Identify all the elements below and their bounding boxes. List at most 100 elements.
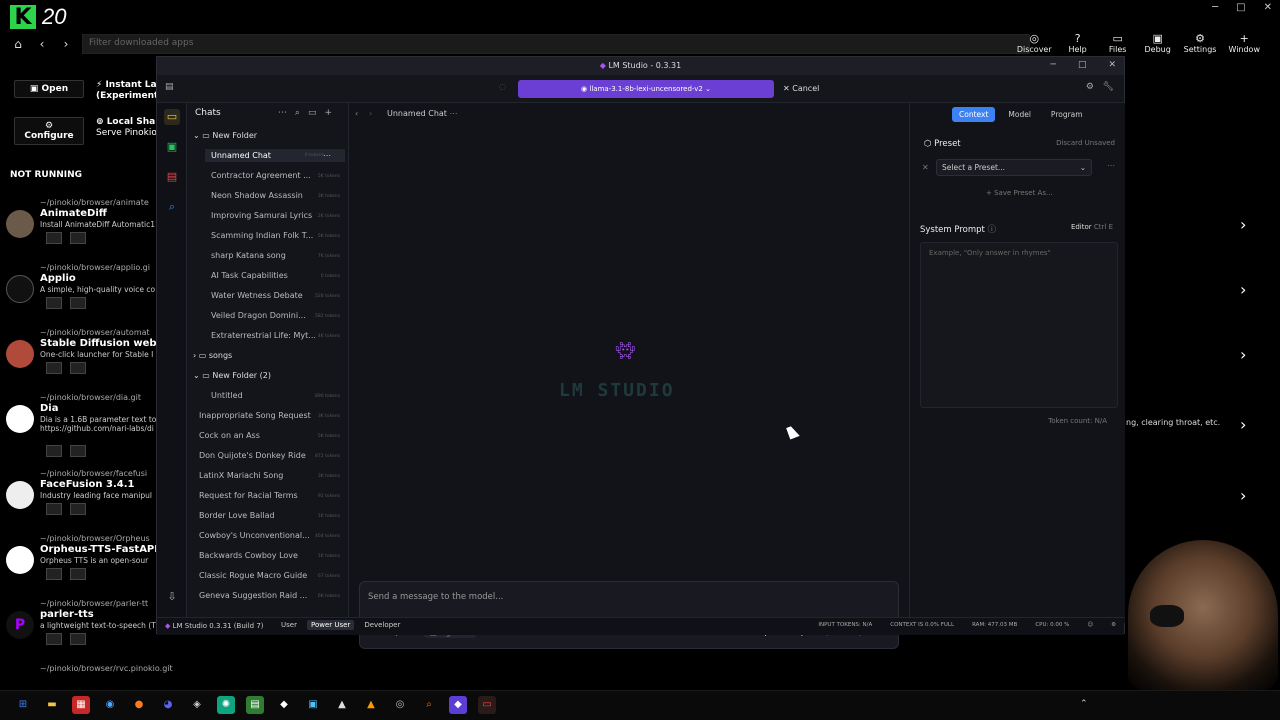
chat-item[interactable]: Backwards Cowboy Love <box>199 551 298 560</box>
maximize-icon[interactable]: □ <box>1078 60 1087 70</box>
chat-item[interactable]: Veiled Dragon Domini... <box>211 311 306 320</box>
app-icon[interactable]: ◆ <box>275 696 293 714</box>
chevron-right-icon[interactable]: › <box>1240 415 1246 434</box>
folder-songs[interactable]: › ▭ songs <box>193 351 232 360</box>
app-icon[interactable]: ◎ <box>391 696 409 714</box>
chat-title[interactable]: Unnamed Chat ⋯ <box>387 109 457 118</box>
chevron-right-icon[interactable]: › <box>369 109 372 118</box>
chat-item[interactable]: LatinX Mariachi Song <box>199 471 283 480</box>
app-item[interactable]: ~/pinokio/browser/Orpheus Orpheus-TTS-Fa… <box>6 534 158 594</box>
tab-context[interactable]: Context <box>952 107 996 122</box>
window-button[interactable]: + Window <box>1228 32 1260 54</box>
system-prompt-textarea[interactable]: Example, "Only answer in rhymes" <box>920 242 1118 408</box>
chat-item[interactable]: Neon Shadow Assassin <box>211 191 303 200</box>
info-icon[interactable]: ⓘ <box>988 225 997 235</box>
chat-icon[interactable]: ▭ <box>164 109 180 125</box>
minimize-icon[interactable]: ─ <box>1051 60 1056 70</box>
maximize-icon[interactable]: □ <box>1236 2 1245 13</box>
plus-icon[interactable]: + <box>324 108 340 118</box>
download-icon[interactable]: ⇩ <box>164 589 180 605</box>
chat-item[interactable]: Extraterrestrial Life: Myt... <box>211 331 316 340</box>
home-icon[interactable]: ⌂ <box>10 37 26 51</box>
chat-item[interactable]: Contractor Agreement ... <box>211 171 311 180</box>
chat-item[interactable]: Untitled <box>211 391 243 400</box>
trash-icon[interactable] <box>70 503 86 515</box>
chevron-right-icon[interactable]: › <box>1240 345 1246 364</box>
cancel-button[interactable]: ✕ Cancel <box>783 80 819 98</box>
tab-model[interactable]: Model <box>1001 107 1038 122</box>
chat-item[interactable]: Scamming Indian Folk T... <box>211 231 313 240</box>
chat-item[interactable]: Water Wetness Debate <box>211 291 303 300</box>
filter-apps-input[interactable]: Filter downloaded apps <box>82 34 1030 54</box>
chat-item[interactable]: Cock on an Ass <box>199 431 260 440</box>
mode-user[interactable]: User <box>277 620 301 630</box>
app-icon[interactable]: ◈ <box>188 696 206 714</box>
settings-icon[interactable]: ⚙ <box>1086 82 1094 92</box>
app-item[interactable]: ~/pinokio/browser/animate AnimateDiff In… <box>6 198 158 258</box>
save-preset-button[interactable]: + Save Preset As... <box>986 189 1053 197</box>
model-selector[interactable]: ◉ llama-3.1-8b-lexi-uncensored-v2 ⌄ <box>518 80 774 98</box>
editor-button[interactable]: Editor Ctrl E <box>1071 223 1113 231</box>
chat-item[interactable]: Request for Racial Terms <box>199 491 298 500</box>
folder-icon[interactable] <box>46 445 62 457</box>
search-icon[interactable]: ⌕ <box>164 199 180 215</box>
mode-power-user[interactable]: Power User <box>306 620 355 630</box>
chat-item[interactable]: Border Love Ballad <box>199 511 275 520</box>
app-item[interactable]: P ~/pinokio/browser/parler-tt parler-tts… <box>6 599 156 659</box>
vlc-icon[interactable]: ▲ <box>362 696 380 714</box>
app-icon[interactable]: ▦ <box>72 696 90 714</box>
more-icon[interactable]: ⋯ <box>1107 161 1115 170</box>
chevron-up-icon[interactable]: ⌃ <box>1080 699 1088 709</box>
gear-icon[interactable]: ⚙ <box>1111 622 1116 628</box>
more-icon[interactable]: ⋯ <box>449 109 457 118</box>
windows-start-icon[interactable]: ⊞ <box>14 696 32 714</box>
settings-button[interactable]: ⚙ Settings <box>1184 32 1217 54</box>
app-item[interactable]: ~/pinokio/browser/applio.gi Applio A sim… <box>6 263 156 323</box>
pinokio-logo[interactable]: K 20 <box>10 4 66 30</box>
discord-icon[interactable]: ◕ <box>159 696 177 714</box>
trash-icon[interactable] <box>70 362 86 374</box>
close-icon[interactable]: ✕ <box>922 163 929 172</box>
more-icon[interactable]: ⋯ <box>278 108 295 118</box>
app-icon[interactable]: ▲ <box>333 696 351 714</box>
search-icon[interactable]: ⌕ <box>420 696 438 714</box>
folder-icon[interactable] <box>46 503 62 515</box>
debug-button[interactable]: ▣ Debug <box>1144 32 1172 54</box>
chat-item[interactable]: Cowboy's Unconventional... <box>199 531 310 540</box>
more-icon[interactable]: ⋯ <box>323 151 331 160</box>
models-folder-icon[interactable]: ▤ <box>164 169 180 185</box>
close-icon[interactable]: ✕ <box>1264 2 1272 13</box>
close-icon[interactable]: ✕ <box>1108 60 1116 70</box>
open-button[interactable]: ▣ Open <box>14 80 84 98</box>
trash-icon[interactable] <box>70 232 86 244</box>
user-icon[interactable]: ☺ <box>1087 622 1093 628</box>
folder-icon[interactable] <box>46 362 62 374</box>
back-icon[interactable]: ‹ <box>34 37 50 51</box>
local-share[interactable]: ⊚ Local Shar Serve Pinokio, <box>96 117 160 139</box>
chat-item[interactable]: Don Quijote's Donkey Ride <box>199 451 306 460</box>
mode-developer[interactable]: Developer <box>360 620 404 630</box>
chevron-right-icon[interactable]: › <box>1240 280 1246 299</box>
discard-unsaved-button[interactable]: Discard Unsaved <box>1056 139 1115 147</box>
lm-studio-taskbar-icon[interactable]: ◆ <box>449 696 467 714</box>
screen-recorder-icon[interactable]: ▭ <box>478 696 496 714</box>
folder-icon[interactable] <box>46 232 62 244</box>
file-explorer-icon[interactable]: ▬ <box>43 696 61 714</box>
trash-icon[interactable] <box>70 633 86 645</box>
help-button[interactable]: ? Help <box>1064 32 1092 54</box>
message-input[interactable]: Send a message to the model... ⊘ ⚲⌄ ▣ ra… <box>359 581 899 649</box>
chat-item[interactable]: Geneva Suggestion Raid ... <box>199 591 307 600</box>
chevron-right-icon[interactable]: › <box>1240 486 1246 505</box>
chat-item[interactable]: AI Task Capabilities <box>211 271 288 280</box>
folder-new-folder-2[interactable]: ⌄ ▭ New Folder (2) <box>193 371 271 380</box>
app-icon[interactable]: ▣ <box>304 696 322 714</box>
discover-button[interactable]: ◎ Discover <box>1017 32 1052 54</box>
preset-select[interactable]: Select a Preset... ⌄ <box>936 159 1092 176</box>
chat-item[interactable]: Classic Rogue Macro Guide <box>199 571 307 580</box>
chevron-left-icon[interactable]: ‹ <box>355 109 358 118</box>
folder-new-folder[interactable]: ⌄ ▭ New Folder <box>193 131 257 140</box>
app-item[interactable]: ~/pinokio/browser/automat Stable Diffusi… <box>6 328 168 388</box>
app-item[interactable]: ~/pinokio/browser/facefusi FaceFusion 3.… <box>6 469 156 529</box>
files-button[interactable]: ▭ Files <box>1104 32 1132 54</box>
chevron-right-icon[interactable]: › <box>1240 215 1246 234</box>
